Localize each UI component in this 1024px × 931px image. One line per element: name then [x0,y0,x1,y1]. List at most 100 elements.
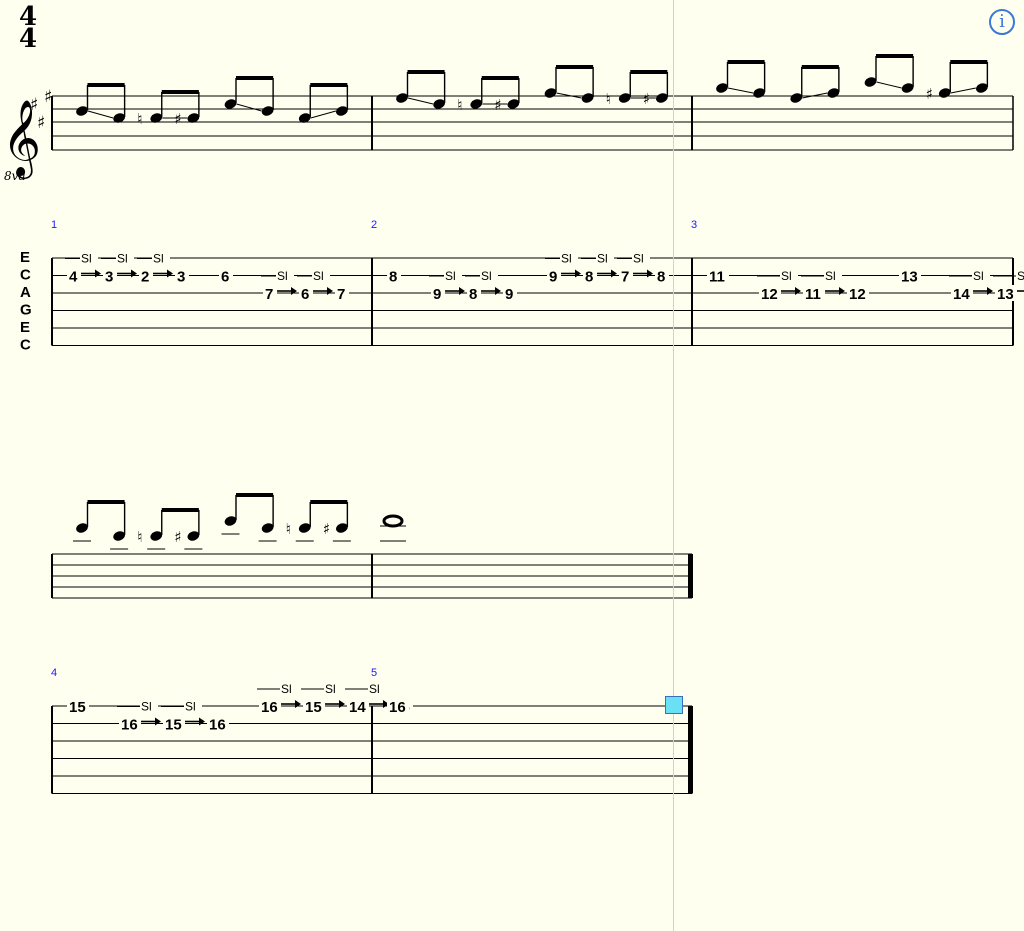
accidental: ♮ [137,110,142,128]
measure-number: 3 [691,219,697,231]
slide-arrow-head [155,717,161,726]
slide-label: Sl [325,682,336,696]
note-head [382,514,404,528]
accidental: ♯ [926,85,933,103]
slide-arrow-head [291,287,297,295]
fret-number: 7 [621,269,629,286]
key-signature-sharp: ♯ [44,87,52,107]
slide-arrow-head [459,287,465,295]
measure-number: 2 [371,219,377,231]
accidental: ♯ [643,90,650,108]
tuning-label: A [20,284,31,301]
fret-number: 16 [209,717,226,734]
slide-arrow-head [295,700,301,708]
slide-arrow-head [327,287,333,295]
info-icon[interactable]: i [989,9,1015,35]
fret-number: 14 [349,699,366,716]
slide-label: Sl [445,269,456,283]
fret-number: 12 [761,286,778,303]
slide-arrow-head [611,269,617,278]
fret-number: 3 [177,269,185,286]
slide-label: Sl [597,252,608,266]
slide-label: Sl [81,252,92,266]
fret-number: 7 [265,286,273,303]
tuning-label: C [20,337,31,354]
slide-arrow-head [131,269,137,278]
slide-label: Sl [781,269,792,283]
slur-line [407,97,434,105]
fret-number: 16 [261,699,278,716]
tuning-label: E [20,319,30,336]
slide-label: Sl [153,252,164,266]
tuning-label: G [20,302,32,319]
accidental: ♮ [286,520,291,538]
accidental: ♮ [606,90,611,108]
final-barline [688,706,693,794]
measure-number: 4 [51,667,57,679]
slide-arrow-head [339,700,345,708]
slide-label: Sl [1017,269,1024,283]
slur-line [310,110,337,119]
accidental: ♯ [174,110,181,128]
slide-arrow-head [987,287,993,295]
fret-number: 16 [389,699,406,716]
fret-number: 15 [165,717,182,734]
slide-arrow-head [795,287,801,295]
fret-number: 6 [221,269,229,286]
fret-number: 8 [657,269,665,286]
slide-label: Sl [369,682,380,696]
time-signature-denominator: 4 [18,24,38,54]
slur-line [87,110,114,119]
tuning-label: E [20,249,30,266]
slur-line [236,103,262,112]
slide-label: Sl [281,682,292,696]
fret-number: 8 [585,269,593,286]
slide-label: Sl [117,252,128,266]
fret-number: 6 [301,286,309,303]
final-barline [688,554,693,598]
fret-number: 4 [69,269,78,286]
accidental: ♯ [323,520,330,538]
slide-label: Sl [313,269,324,283]
slur-line [950,87,976,94]
slide-label: Sl [481,269,492,283]
selection-cursor[interactable] [665,696,683,714]
accidental: ♮ [137,528,142,546]
octave-marking: 8va [4,169,26,183]
slide-label: Sl [825,269,836,283]
accidental: ♮ [457,96,462,114]
accidental: ♯ [174,528,181,546]
slide-arrow-head [647,269,653,278]
fret-number: 9 [549,269,557,286]
fret-number: 11 [709,269,725,286]
tuning-label: C [20,267,31,284]
accidental: ♯ [494,96,501,114]
fret-number: 8 [469,286,477,303]
fret-number: 14 [953,286,970,303]
fret-number: 3 [105,269,113,286]
slide-arrow-head [95,269,101,278]
playback-cursor-line [673,0,674,931]
slide-arrow-head [167,269,173,278]
fret-number: 11 [805,286,821,303]
fret-number: 13 [901,269,918,286]
score-canvas[interactable]: 𝄞8va♯♯♯♮ ♯♮ ♯ ♮ ♯ ♯♮ ♯ ♮ ♯ECAGEC14Sl3Sl2Sl3 67Sl6… [0,0,1024,931]
slide-label: Sl [561,252,572,266]
fret-number: 8 [389,269,397,286]
fret-number: 15 [305,699,322,716]
slide-arrow-head [495,287,501,295]
fret-number: 16 [121,717,138,734]
fret-number: 13 [997,286,1014,303]
fret-number: 15 [69,699,86,716]
key-signature-sharp: ♯ [37,113,45,133]
slur-line [727,87,754,94]
fret-number: 7 [337,286,345,303]
fret-number: 9 [433,286,441,303]
slide-label: Sl [185,700,196,714]
key-signature-sharp: ♯ [30,95,38,115]
measure-number: 1 [51,219,57,231]
slide-arrow-head [839,287,845,295]
measure-number: 5 [371,667,377,679]
slide-arrow-head [575,269,581,278]
slide-label: Sl [277,269,288,283]
